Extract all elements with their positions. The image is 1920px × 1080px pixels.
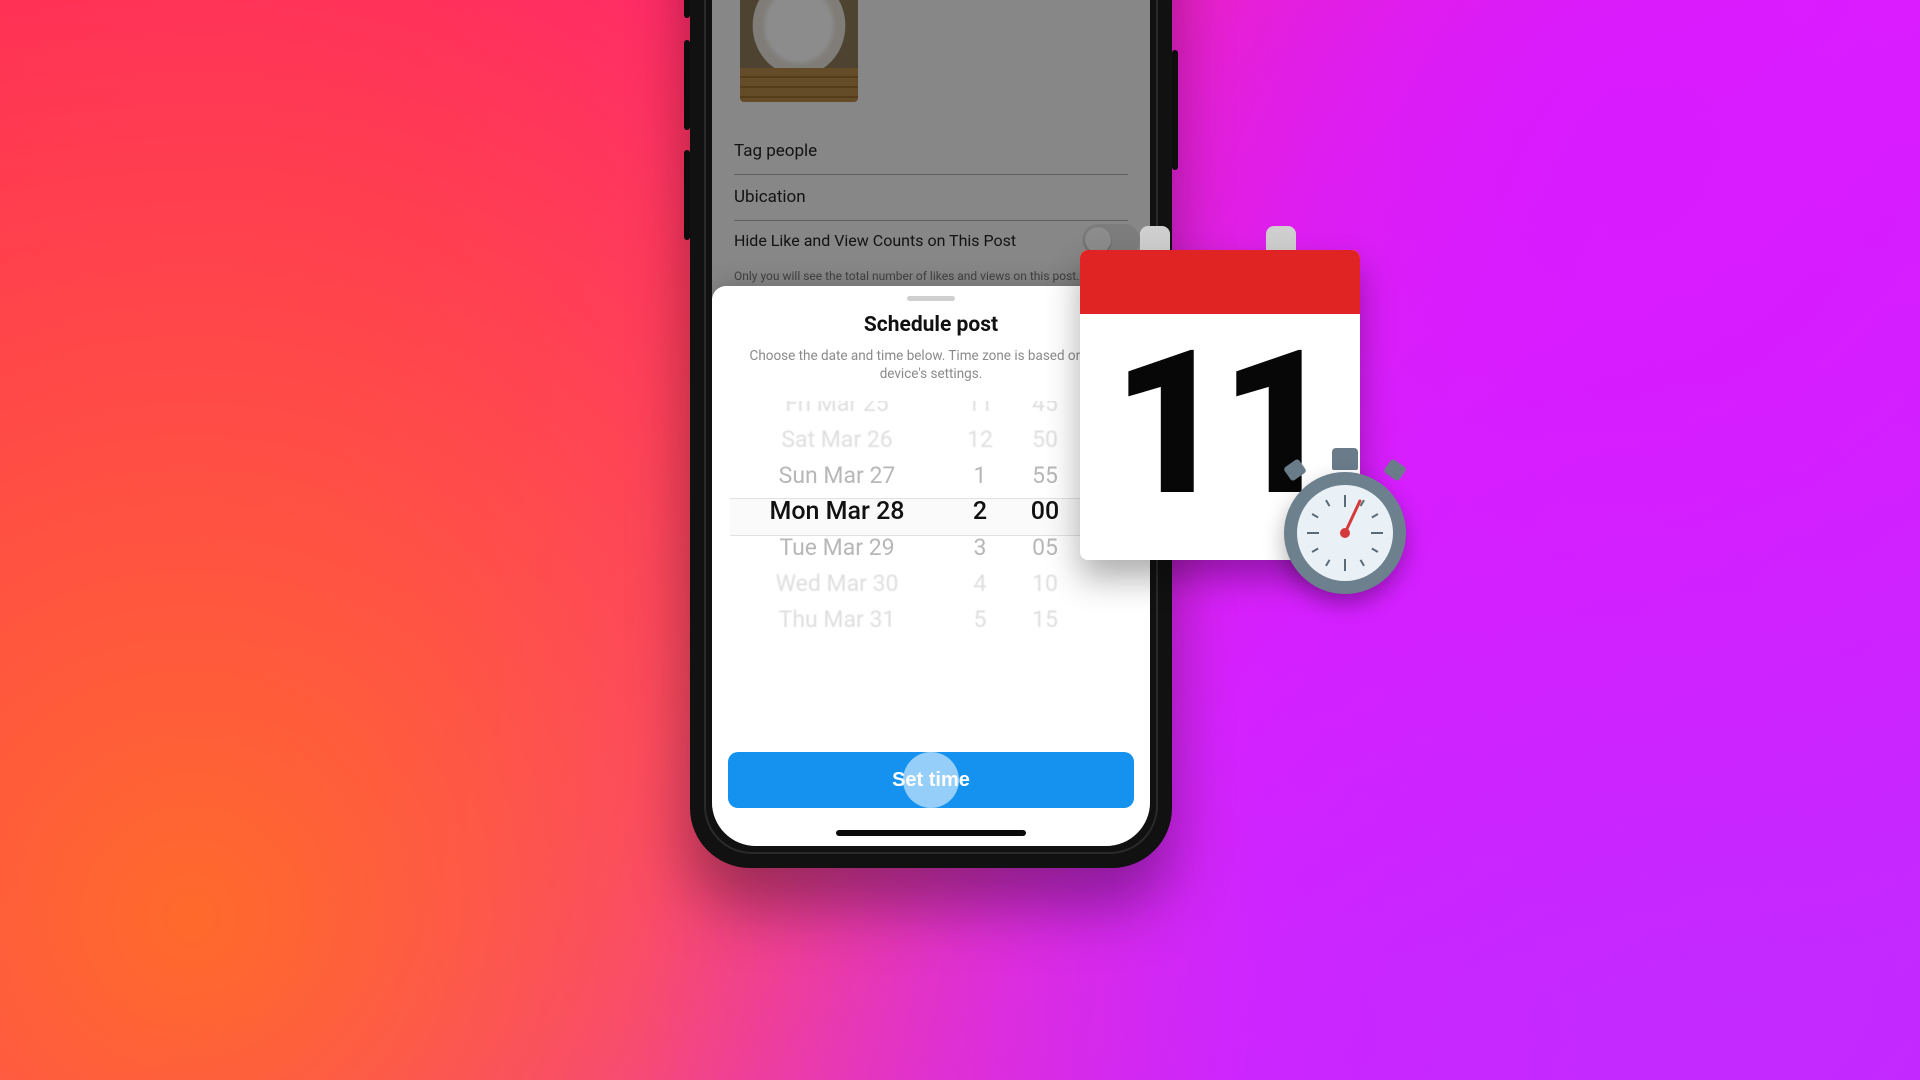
phone-mute-switch bbox=[684, 0, 690, 18]
phone-volume-up bbox=[684, 40, 690, 130]
picker-minute-column[interactable]: 45505500051015 bbox=[1016, 401, 1074, 631]
schedule-post-sheet: Schedule post Choose the date and time b… bbox=[712, 286, 1150, 846]
sheet-title: Schedule post bbox=[712, 313, 1150, 337]
picker-item[interactable]: 15 bbox=[1032, 602, 1058, 631]
phone-frame: Tag people Ubication Hide Like and View … bbox=[690, 0, 1172, 868]
tag-people-row[interactable]: Tag people bbox=[734, 128, 1128, 175]
hide-counts-row: Hide Like and View Counts on This Post bbox=[734, 224, 1140, 256]
picker-item[interactable]: 00 bbox=[1031, 494, 1059, 530]
picker-item[interactable]: 45 bbox=[1032, 401, 1058, 422]
picker-item[interactable]: 12 bbox=[967, 422, 993, 458]
picker-item[interactable]: 05 bbox=[1032, 530, 1058, 566]
picker-item[interactable]: 11 bbox=[967, 401, 993, 422]
picker-hour-column[interactable]: 111212345 bbox=[958, 401, 1002, 631]
ubication-label: Ubication bbox=[734, 187, 806, 207]
picker-item[interactable]: 10 bbox=[1032, 566, 1058, 602]
picker-item[interactable]: 55 bbox=[1032, 458, 1058, 494]
picker-item[interactable]: Tue Mar 29 bbox=[779, 530, 894, 566]
datetime-picker[interactable]: Fri Mar 25Sat Mar 26Sun Mar 27Mon Mar 28… bbox=[730, 401, 1132, 631]
picker-item[interactable]: 2 bbox=[973, 494, 987, 530]
picker-item[interactable]: Thu Mar 31 bbox=[779, 602, 896, 631]
tag-people-label: Tag people bbox=[734, 141, 817, 161]
picker-item[interactable]: Sat Mar 26 bbox=[781, 422, 892, 458]
hide-counts-toggle[interactable] bbox=[1082, 224, 1140, 256]
picker-item[interactable]: Fri Mar 25 bbox=[785, 401, 888, 422]
picker-ampm-column[interactable]: AMPM bbox=[1082, 401, 1132, 631]
picker-item[interactable]: Wed Mar 30 bbox=[776, 566, 899, 602]
picker-item[interactable]: 4 bbox=[974, 566, 987, 602]
stopwatch-illustration bbox=[1278, 448, 1412, 618]
stopwatch-pin-icon bbox=[1340, 528, 1350, 538]
sheet-grabber[interactable] bbox=[907, 296, 955, 301]
picker-item[interactable]: 5 bbox=[974, 602, 987, 631]
stopwatch-body bbox=[1284, 472, 1406, 594]
stopwatch-button-icon bbox=[1383, 458, 1407, 481]
stopwatch-crown-icon bbox=[1332, 448, 1358, 470]
picker-item[interactable]: 50 bbox=[1032, 422, 1058, 458]
picker-item[interactable]: AM bbox=[1091, 456, 1126, 492]
picker-item[interactable]: 3 bbox=[974, 530, 987, 566]
phone-power-button bbox=[1172, 50, 1178, 170]
phone-volume-down bbox=[684, 150, 690, 240]
phone-screen: Tag people Ubication Hide Like and View … bbox=[712, 0, 1150, 846]
home-indicator[interactable] bbox=[836, 830, 1026, 836]
picker-item[interactable]: 1 bbox=[974, 458, 987, 494]
picker-item[interactable]: PM bbox=[1090, 492, 1128, 528]
stopwatch-face bbox=[1297, 485, 1393, 581]
hide-counts-label: Hide Like and View Counts on This Post bbox=[734, 231, 1016, 250]
post-thumbnail bbox=[740, 0, 858, 102]
ubication-row[interactable]: Ubication bbox=[734, 174, 1128, 221]
picker-date-column[interactable]: Fri Mar 25Sat Mar 26Sun Mar 27Mon Mar 28… bbox=[730, 401, 950, 631]
picker-item[interactable]: Sun Mar 27 bbox=[779, 458, 896, 494]
set-time-button[interactable]: Set time bbox=[728, 752, 1134, 808]
sheet-subtitle: Choose the date and time below. Time zon… bbox=[712, 347, 1150, 383]
stopwatch-button-icon bbox=[1283, 458, 1307, 481]
picker-item[interactable]: Mon Mar 28 bbox=[770, 494, 905, 530]
